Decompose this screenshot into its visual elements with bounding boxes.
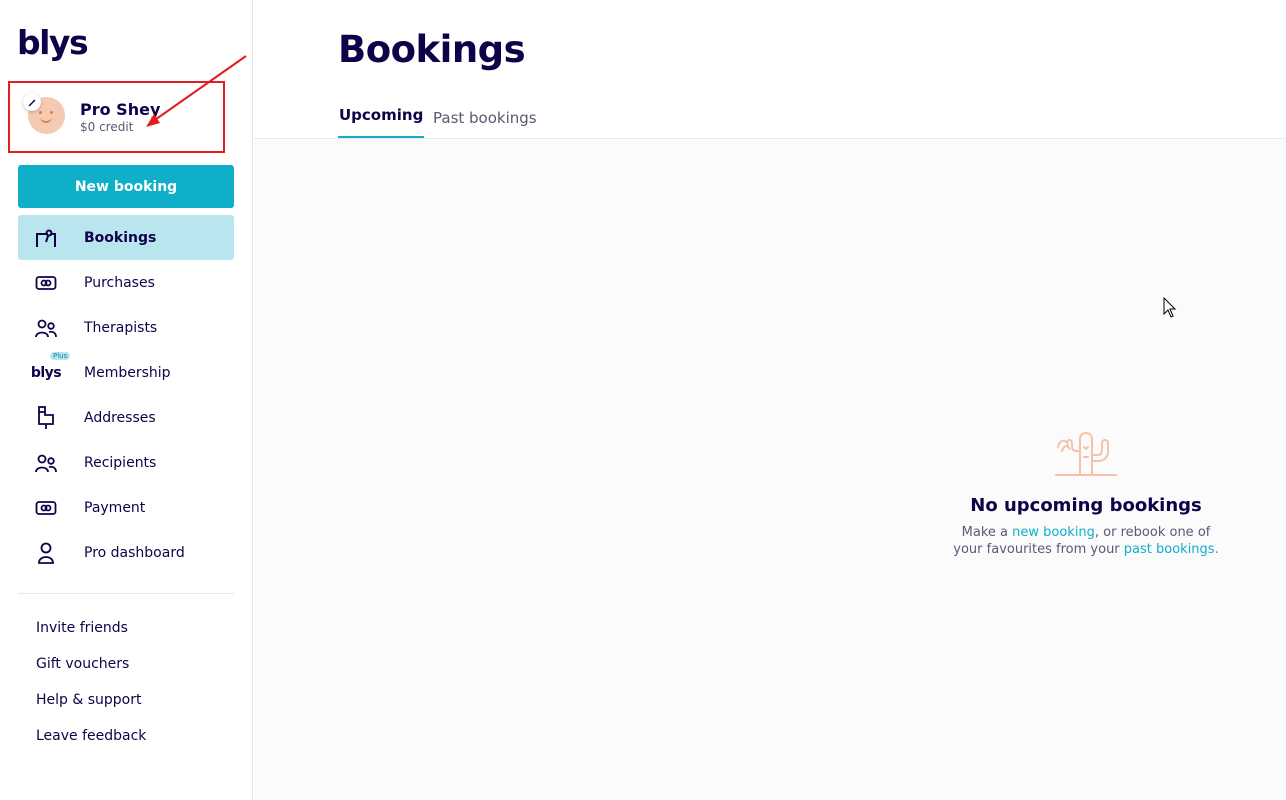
sidebar-item-bookings[interactable]: Bookings: [18, 215, 234, 260]
leave-feedback-link[interactable]: Leave feedback: [36, 728, 146, 764]
main-content: Bookings Upcoming Past bookings No upcom…: [254, 0, 1286, 800]
past-bookings-link[interactable]: past bookings.: [1124, 542, 1219, 557]
sidebar-item-label: Recipients: [84, 454, 157, 471]
sidebar-item-label: Bookings: [84, 229, 157, 246]
sidebar-item-therapists[interactable]: Therapists: [18, 305, 234, 350]
new-booking-button[interactable]: New booking: [18, 165, 234, 208]
sidebar-item-addresses[interactable]: Addresses: [18, 395, 234, 440]
sidebar-footer-links: Invite friends Gift vouchers Help & supp…: [36, 620, 146, 764]
sidebar-item-label: Addresses: [84, 409, 156, 426]
blys-mini-logo: blys: [30, 364, 62, 381]
gift-vouchers-link[interactable]: Gift vouchers: [36, 656, 146, 692]
new-booking-link[interactable]: new booking: [1012, 525, 1095, 540]
bookings-icon: [34, 226, 58, 250]
sidebar-item-recipients[interactable]: Recipients: [18, 440, 234, 485]
ticket-icon: [34, 271, 58, 295]
ticket-icon: [34, 496, 58, 520]
sidebar-item-label: Therapists: [84, 319, 158, 336]
tab-upcoming[interactable]: Upcoming: [338, 106, 425, 139]
sidebar-item-label: Payment: [84, 499, 146, 516]
empty-text-segment: , or rebook one of: [1094, 525, 1211, 540]
sidebar-item-label: Purchases: [84, 274, 155, 291]
empty-state: No upcoming bookings Make a new booking,…: [934, 429, 1238, 558]
user-icon: [34, 541, 58, 565]
sidebar-item-label: Pro dashboard: [84, 544, 185, 561]
sidebar-divider: [18, 593, 234, 594]
mailbox-icon: [34, 405, 58, 430]
plus-badge: Plus: [50, 351, 71, 360]
empty-text-segment: Make a: [961, 525, 1013, 540]
mouse-cursor-icon: [1163, 297, 1177, 318]
bookings-panel: No upcoming bookings Make a new booking,…: [254, 139, 1286, 800]
empty-text-segment: your favourites from your: [953, 542, 1124, 557]
sidebar-item-pro-dashboard[interactable]: Pro dashboard: [18, 530, 234, 575]
sidebar-item-purchases[interactable]: Purchases: [18, 260, 234, 305]
invite-friends-link[interactable]: Invite friends: [36, 620, 146, 656]
help-support-link[interactable]: Help & support: [36, 692, 146, 728]
annotation-arrow: [146, 55, 247, 127]
users-icon: [34, 316, 58, 340]
users-icon: [34, 451, 58, 475]
sidebar-item-payment[interactable]: Payment: [18, 485, 234, 530]
sidebar-item-membership[interactable]: blys Plus Membership: [18, 350, 234, 395]
empty-state-title: No upcoming bookings: [970, 495, 1202, 516]
page-title: Bookings: [338, 28, 526, 71]
empty-state-text: Make a new booking, or rebook one of you…: [934, 524, 1238, 558]
cactus-icon: [1055, 432, 1117, 476]
blys-plus-icon: blys Plus: [30, 351, 71, 385]
sidebar-item-label: Membership: [84, 364, 171, 381]
sidebar-nav: Bookings Purchases Therapists blys Plus: [18, 215, 234, 575]
